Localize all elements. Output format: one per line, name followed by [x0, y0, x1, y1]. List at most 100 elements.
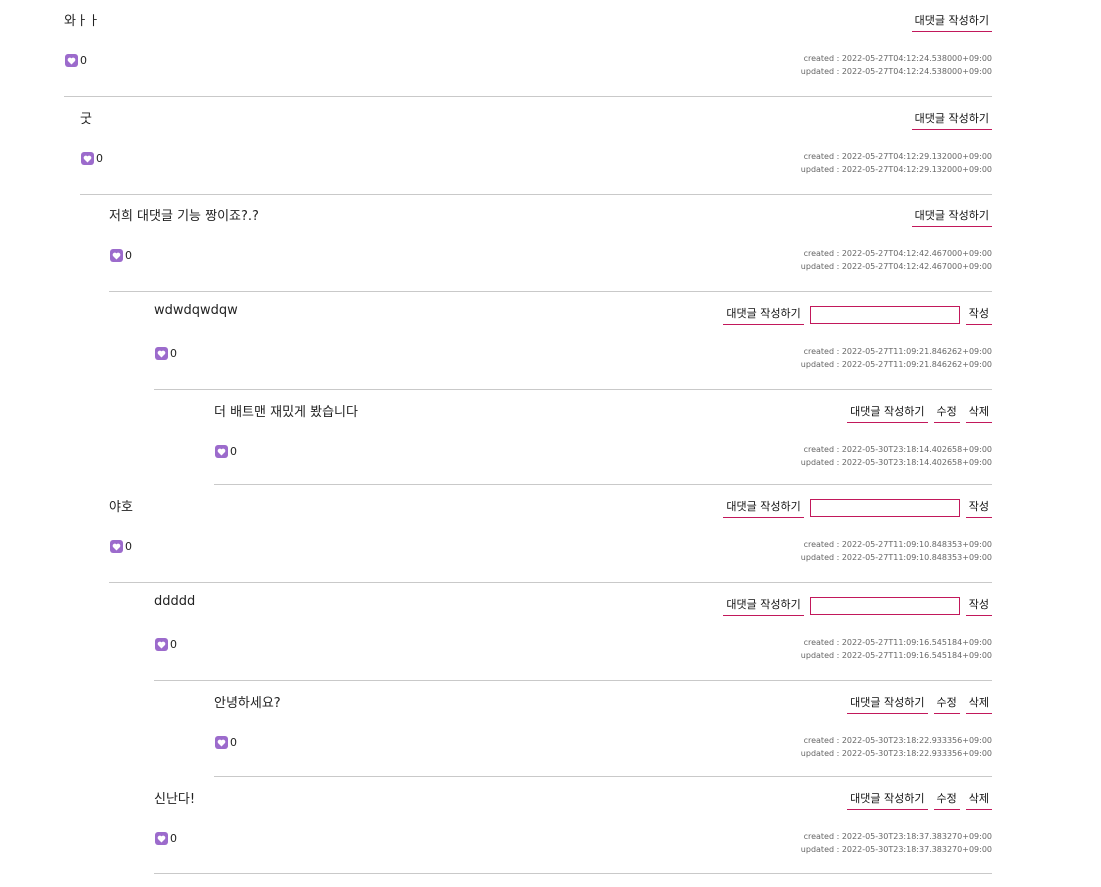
- like-group: 0: [155, 638, 177, 651]
- comment-text: 와ㅏㅏ: [64, 14, 100, 29]
- heart-icon[interactable]: [110, 249, 123, 262]
- timestamps: created : 2022-05-30T23:18:14.402658+09:…: [801, 443, 992, 469]
- comment-item: 굿 대댓글 작성하기 0 created : 2022-05-27T04:12:29.…: [80, 98, 992, 195]
- comment-text: wdwdqwdqw: [154, 303, 238, 318]
- created-label: created :: [803, 832, 842, 841]
- comment-item: wdwdqwdqw 대댓글 작성하기 작성 0 created : 2022-05-27…: [154, 293, 992, 390]
- updated-value: 2022-05-27T04:12:29.132000+09:00: [841, 165, 992, 174]
- timestamps: created : 2022-05-30T23:18:37.383270+09:…: [801, 830, 992, 856]
- updated-timestamp: updated : 2022-05-30T23:18:37.383270+09:…: [801, 843, 992, 856]
- updated-label: updated :: [800, 165, 842, 174]
- timestamps: created : 2022-05-27T04:12:29.132000+09:…: [801, 150, 992, 176]
- like-group: 0: [215, 445, 237, 458]
- reply-button[interactable]: 대댓글 작성하기: [911, 207, 992, 227]
- updated-value: 2022-05-27T04:12:42.467000+09:00: [841, 262, 992, 271]
- created-value: 2022-05-27T04:12:42.467000+09:00: [841, 249, 992, 258]
- delete-button[interactable]: 삭제: [965, 790, 992, 810]
- like-group: 0: [155, 347, 177, 360]
- like-count: 0: [96, 152, 103, 165]
- comment-thread: 와ㅏㅏ 대댓글 작성하기 0 created : 2022-05-27T04:12:2…: [0, 0, 1101, 887]
- comment-actions: 대댓글 작성하기: [911, 12, 992, 32]
- created-timestamp: created : 2022-05-30T23:18:22.933356+09:…: [801, 734, 992, 747]
- timestamps: created : 2022-05-27T11:09:21.846262+09:…: [801, 345, 992, 371]
- heart-icon[interactable]: [155, 638, 168, 651]
- comment-text: 굿: [80, 112, 92, 127]
- heart-icon[interactable]: [215, 736, 228, 749]
- comment-text: 저희 대댓글 기능 짱이죠?.?: [109, 209, 259, 224]
- like-count: 0: [80, 54, 87, 67]
- updated-label: updated :: [800, 845, 842, 854]
- updated-label: updated :: [800, 360, 842, 369]
- submit-reply-button[interactable]: 작성: [965, 596, 992, 616]
- edit-button[interactable]: 수정: [933, 790, 960, 810]
- updated-value: 2022-05-30T23:18:22.933356+09:00: [841, 749, 992, 758]
- reply-button[interactable]: 대댓글 작성하기: [847, 790, 928, 810]
- created-label: created :: [803, 152, 842, 161]
- updated-timestamp: updated : 2022-05-27T04:12:42.467000+09:…: [801, 260, 992, 273]
- submit-reply-button[interactable]: 작성: [965, 498, 992, 518]
- updated-timestamp: updated : 2022-05-30T23:18:14.402658+09:…: [801, 456, 992, 469]
- delete-button[interactable]: 삭제: [965, 403, 992, 423]
- like-count: 0: [170, 638, 177, 651]
- created-value: 2022-05-27T11:09:10.848353+09:00: [841, 540, 992, 549]
- heart-icon[interactable]: [110, 540, 123, 553]
- heart-icon[interactable]: [215, 445, 228, 458]
- heart-icon[interactable]: [81, 152, 94, 165]
- updated-value: 2022-05-30T23:18:37.383270+09:00: [841, 845, 992, 854]
- like-count: 0: [230, 445, 237, 458]
- updated-value: 2022-05-27T11:09:16.545184+09:00: [841, 651, 992, 660]
- edit-button[interactable]: 수정: [933, 403, 960, 423]
- edit-button[interactable]: 수정: [933, 694, 960, 714]
- updated-label: updated :: [800, 262, 842, 271]
- updated-label: updated :: [800, 67, 842, 76]
- reply-input[interactable]: [809, 499, 960, 517]
- heart-icon[interactable]: [155, 347, 168, 360]
- comment-actions: 대댓글 작성하기 작성: [723, 596, 992, 616]
- reply-button[interactable]: 대댓글 작성하기: [847, 694, 928, 714]
- reply-button[interactable]: 대댓글 작성하기: [911, 12, 992, 32]
- comment-item: 신난다! 대댓글 작성하기 수정 삭제 0 created : 2022-05-30T23…: [154, 778, 992, 874]
- created-label: created :: [803, 445, 842, 454]
- comment-item: 저희 대댓글 기능 짱이죠?.? 대댓글 작성하기 0 created : 2022-…: [109, 195, 992, 292]
- comment-item: ddddd 대댓글 작성하기 작성 0 created : 2022-05-27T11:…: [154, 584, 992, 681]
- comment-actions: 대댓글 작성하기: [911, 207, 992, 227]
- updated-timestamp: updated : 2022-05-27T04:12:29.132000+09:…: [801, 163, 992, 176]
- like-count: 0: [125, 249, 132, 262]
- comment-item: 와ㅏㅏ 대댓글 작성하기 0 created : 2022-05-27T04:12:2…: [64, 0, 992, 97]
- created-label: created :: [803, 736, 842, 745]
- created-timestamp: created : 2022-05-27T04:12:24.538000+09:…: [801, 52, 992, 65]
- heart-icon[interactable]: [65, 54, 78, 67]
- like-group: 0: [110, 540, 132, 553]
- updated-timestamp: updated : 2022-05-27T11:09:10.848353+09:…: [801, 551, 992, 564]
- updated-label: updated :: [800, 553, 842, 562]
- created-value: 2022-05-27T11:09:16.545184+09:00: [841, 638, 992, 647]
- delete-button[interactable]: 삭제: [965, 694, 992, 714]
- updated-timestamp: updated : 2022-05-27T11:09:16.545184+09:…: [801, 649, 992, 662]
- created-label: created :: [803, 347, 842, 356]
- comment-text: 안녕하세요?: [214, 696, 281, 711]
- created-label: created :: [803, 638, 842, 647]
- submit-reply-button[interactable]: 작성: [965, 305, 992, 325]
- comment-actions: 대댓글 작성하기 수정 삭제: [847, 790, 992, 810]
- heart-icon[interactable]: [155, 832, 168, 845]
- reply-input[interactable]: [809, 597, 960, 615]
- reply-button[interactable]: 대댓글 작성하기: [911, 110, 992, 130]
- updated-label: updated :: [800, 458, 842, 467]
- reply-input[interactable]: [809, 306, 960, 324]
- reply-button[interactable]: 대댓글 작성하기: [723, 305, 804, 325]
- reply-button[interactable]: 대댓글 작성하기: [847, 403, 928, 423]
- like-count: 0: [170, 347, 177, 360]
- like-group: 0: [65, 54, 87, 67]
- reply-button[interactable]: 대댓글 작성하기: [723, 596, 804, 616]
- reply-button[interactable]: 대댓글 작성하기: [723, 498, 804, 518]
- created-value: 2022-05-27T11:09:21.846262+09:00: [841, 347, 992, 356]
- like-count: 0: [170, 832, 177, 845]
- comment-actions: 대댓글 작성하기 작성: [723, 305, 992, 325]
- timestamps: created : 2022-05-27T04:12:24.538000+09:…: [801, 52, 992, 78]
- like-group: 0: [215, 736, 237, 749]
- comment-actions: 대댓글 작성하기: [911, 110, 992, 130]
- comment-item: 안녕하세요? 대댓글 작성하기 수정 삭제 0 created : 2022-05-30T…: [214, 682, 992, 777]
- like-group: 0: [110, 249, 132, 262]
- created-value: 2022-05-30T23:18:22.933356+09:00: [841, 736, 992, 745]
- created-value: 2022-05-30T23:18:37.383270+09:00: [841, 832, 992, 841]
